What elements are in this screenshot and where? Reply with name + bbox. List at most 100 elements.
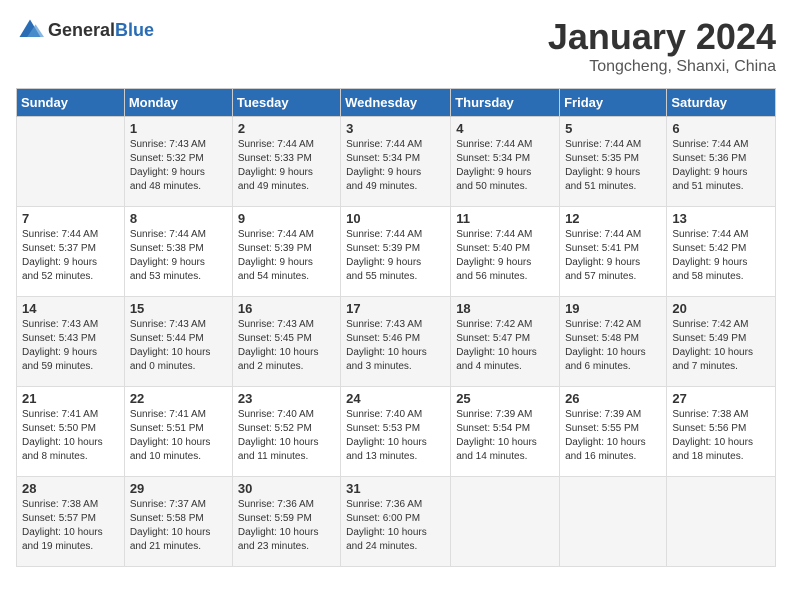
- day-info: Sunrise: 7:44 AMSunset: 5:40 PMDaylight:…: [456, 228, 554, 284]
- calendar-cell: 24 Sunrise: 7:40 AMSunset: 5:53 PMDayligh…: [341, 387, 451, 477]
- day-number: 25: [456, 391, 554, 406]
- calendar-week-row: 1 Sunrise: 7:43 AMSunset: 5:32 PMDaylight…: [17, 117, 776, 207]
- calendar-cell: [451, 477, 560, 567]
- logo-icon: [16, 16, 44, 44]
- day-info: Sunrise: 7:44 AMSunset: 5:34 PMDaylight:…: [456, 138, 554, 194]
- calendar-cell: 21 Sunrise: 7:41 AMSunset: 5:50 PMDayligh…: [17, 387, 125, 477]
- day-info: Sunrise: 7:43 AMSunset: 5:44 PMDaylight:…: [130, 318, 227, 374]
- calendar-week-row: 7 Sunrise: 7:44 AMSunset: 5:37 PMDaylight…: [17, 207, 776, 297]
- day-info: Sunrise: 7:36 AMSunset: 6:00 PMDaylight:…: [346, 498, 445, 554]
- calendar-cell: 30 Sunrise: 7:36 AMSunset: 5:59 PMDayligh…: [232, 477, 340, 567]
- calendar-cell: 20Sunrise: 7:42 AMSunset: 5:49 PMDayligh…: [667, 297, 776, 387]
- calendar-cell: 9Sunrise: 7:44 AMSunset: 5:39 PMDaylight…: [232, 207, 340, 297]
- calendar-cell: 29 Sunrise: 7:37 AMSunset: 5:58 PMDayligh…: [124, 477, 232, 567]
- calendar-cell: 5Sunrise: 7:44 AMSunset: 5:35 PMDaylight…: [560, 117, 667, 207]
- calendar-cell: 13Sunrise: 7:44 AMSunset: 5:42 PMDayligh…: [667, 207, 776, 297]
- day-info: Sunrise: 7:42 AMSunset: 5:47 PMDaylight:…: [456, 318, 554, 374]
- day-of-week-header: Tuesday: [232, 89, 340, 117]
- calendar-cell: [560, 477, 667, 567]
- calendar-cell: 22Sunrise: 7:41 AMSunset: 5:51 PMDayligh…: [124, 387, 232, 477]
- calendar-cell: 12 Sunrise: 7:44 AMSunset: 5:41 PMDayligh…: [560, 207, 667, 297]
- calendar-cell: 17 Sunrise: 7:43 AMSunset: 5:46 PMDayligh…: [341, 297, 451, 387]
- days-header-row: SundayMondayTuesdayWednesdayThursdayFrid…: [17, 89, 776, 117]
- day-info: Sunrise: 7:38 AMSunset: 5:57 PMDaylight:…: [22, 498, 119, 554]
- calendar-subtitle: Tongcheng, Shanxi, China: [548, 58, 776, 76]
- day-number: 26: [565, 391, 661, 406]
- calendar-cell: 6Sunrise: 7:44 AMSunset: 5:36 PMDaylight…: [667, 117, 776, 207]
- day-of-week-header: Friday: [560, 89, 667, 117]
- calendar-cell: 23Sunrise: 7:40 AMSunset: 5:52 PMDayligh…: [232, 387, 340, 477]
- calendar-title: January 2024: [548, 16, 776, 58]
- day-info: Sunrise: 7:41 AMSunset: 5:50 PMDaylight:…: [22, 408, 119, 464]
- calendar-cell: 18 Sunrise: 7:42 AMSunset: 5:47 PMDayligh…: [451, 297, 560, 387]
- calendar-week-row: 28 Sunrise: 7:38 AMSunset: 5:57 PMDayligh…: [17, 477, 776, 567]
- day-number: 1: [130, 121, 227, 136]
- calendar-cell: [17, 117, 125, 207]
- day-number: 24: [346, 391, 445, 406]
- calendar-week-row: 14Sunrise: 7:43 AMSunset: 5:43 PMDayligh…: [17, 297, 776, 387]
- day-number: 21: [22, 391, 119, 406]
- day-info: Sunrise: 7:36 AMSunset: 5:59 PMDaylight:…: [238, 498, 335, 554]
- day-number: 12: [565, 211, 661, 226]
- day-number: 16: [238, 301, 335, 316]
- day-number: 22: [130, 391, 227, 406]
- calendar-cell: 10 Sunrise: 7:44 AMSunset: 5:39 PMDayligh…: [341, 207, 451, 297]
- day-number: 29: [130, 481, 227, 496]
- day-number: 27: [672, 391, 770, 406]
- day-of-week-header: Saturday: [667, 89, 776, 117]
- calendar-cell: 8 Sunrise: 7:44 AMSunset: 5:38 PMDaylight…: [124, 207, 232, 297]
- calendar-week-row: 21 Sunrise: 7:41 AMSunset: 5:50 PMDayligh…: [17, 387, 776, 477]
- day-info: Sunrise: 7:39 AMSunset: 5:54 PMDaylight:…: [456, 408, 554, 464]
- day-number: 8: [130, 211, 227, 226]
- calendar-cell: 27 Sunrise: 7:38 AMSunset: 5:56 PMDayligh…: [667, 387, 776, 477]
- calendar-cell: 11 Sunrise: 7:44 AMSunset: 5:40 PMDayligh…: [451, 207, 560, 297]
- calendar-cell: 26Sunrise: 7:39 AMSunset: 5:55 PMDayligh…: [560, 387, 667, 477]
- day-info: Sunrise: 7:44 AMSunset: 5:34 PMDaylight:…: [346, 138, 445, 194]
- day-of-week-header: Thursday: [451, 89, 560, 117]
- calendar-cell: 25 Sunrise: 7:39 AMSunset: 5:54 PMDayligh…: [451, 387, 560, 477]
- day-number: 23: [238, 391, 335, 406]
- day-info: Sunrise: 7:42 AMSunset: 5:48 PMDaylight:…: [565, 318, 661, 374]
- day-of-week-header: Wednesday: [341, 89, 451, 117]
- calendar-cell: 2 Sunrise: 7:44 AMSunset: 5:33 PMDaylight…: [232, 117, 340, 207]
- day-info: Sunrise: 7:44 AMSunset: 5:39 PMDaylight:…: [346, 228, 445, 284]
- day-number: 18: [456, 301, 554, 316]
- day-number: 20: [672, 301, 770, 316]
- title-area: January 2024 Tongcheng, Shanxi, China: [548, 16, 776, 76]
- day-number: 19: [565, 301, 661, 316]
- logo-blue-text: Blue: [115, 20, 154, 40]
- day-number: 11: [456, 211, 554, 226]
- day-number: 3: [346, 121, 445, 136]
- day-number: 30: [238, 481, 335, 496]
- day-number: 17: [346, 301, 445, 316]
- day-info: Sunrise: 7:44 AMSunset: 5:33 PMDaylight:…: [238, 138, 335, 194]
- calendar-cell: 19 Sunrise: 7:42 AMSunset: 5:48 PMDayligh…: [560, 297, 667, 387]
- day-info: Sunrise: 7:37 AMSunset: 5:58 PMDaylight:…: [130, 498, 227, 554]
- logo-general-text: General: [48, 20, 115, 40]
- calendar-cell: 15 Sunrise: 7:43 AMSunset: 5:44 PMDayligh…: [124, 297, 232, 387]
- calendar-table: SundayMondayTuesdayWednesdayThursdayFrid…: [16, 88, 776, 567]
- day-info: Sunrise: 7:44 AMSunset: 5:41 PMDaylight:…: [565, 228, 661, 284]
- day-number: 14: [22, 301, 119, 316]
- day-info: Sunrise: 7:44 AMSunset: 5:37 PMDaylight:…: [22, 228, 119, 284]
- calendar-cell: 28 Sunrise: 7:38 AMSunset: 5:57 PMDayligh…: [17, 477, 125, 567]
- day-info: Sunrise: 7:44 AMSunset: 5:38 PMDaylight:…: [130, 228, 227, 284]
- day-info: Sunrise: 7:44 AMSunset: 5:39 PMDaylight:…: [238, 228, 335, 284]
- day-of-week-header: Monday: [124, 89, 232, 117]
- day-number: 7: [22, 211, 119, 226]
- day-number: 10: [346, 211, 445, 226]
- calendar-cell: 16Sunrise: 7:43 AMSunset: 5:45 PMDayligh…: [232, 297, 340, 387]
- day-info: Sunrise: 7:40 AMSunset: 5:53 PMDaylight:…: [346, 408, 445, 464]
- day-number: 15: [130, 301, 227, 316]
- calendar-header: GeneralBlue January 2024 Tongcheng, Shan…: [16, 16, 776, 76]
- day-info: Sunrise: 7:43 AMSunset: 5:46 PMDaylight:…: [346, 318, 445, 374]
- day-info: Sunrise: 7:38 AMSunset: 5:56 PMDaylight:…: [672, 408, 770, 464]
- day-info: Sunrise: 7:43 AMSunset: 5:32 PMDaylight:…: [130, 138, 227, 194]
- day-number: 2: [238, 121, 335, 136]
- calendar-cell: 7 Sunrise: 7:44 AMSunset: 5:37 PMDaylight…: [17, 207, 125, 297]
- calendar-cell: 1 Sunrise: 7:43 AMSunset: 5:32 PMDaylight…: [124, 117, 232, 207]
- day-of-week-header: Sunday: [17, 89, 125, 117]
- day-number: 28: [22, 481, 119, 496]
- day-number: 6: [672, 121, 770, 136]
- day-info: Sunrise: 7:44 AMSunset: 5:35 PMDaylight:…: [565, 138, 661, 194]
